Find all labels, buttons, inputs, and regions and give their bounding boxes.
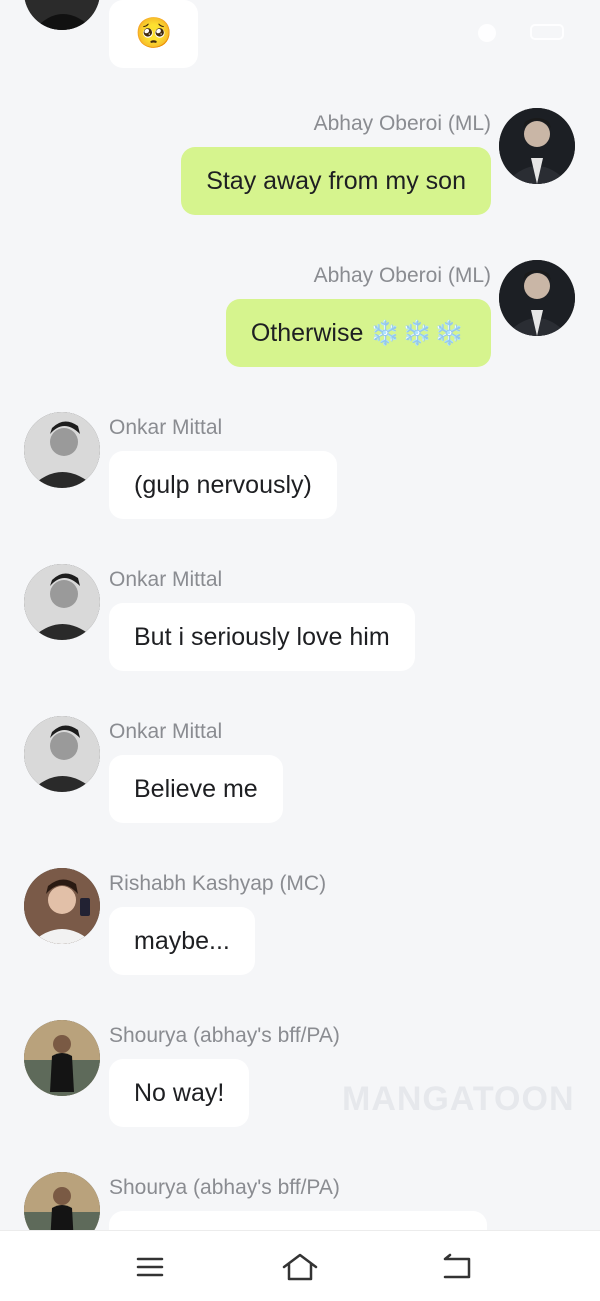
- status-time: 3: [184, 22, 195, 42]
- avatar[interactable]: [24, 1172, 100, 1230]
- message-text: Stay away from my son: [206, 167, 466, 195]
- back-icon[interactable]: [437, 1249, 477, 1285]
- message-bubble[interactable]: (gulp nervously): [109, 451, 337, 519]
- watermark: MANGATOON: [342, 1080, 575, 1118]
- message-text: maybe...: [134, 927, 230, 955]
- snowflake-emoji: ❄️❄️❄️: [370, 320, 466, 347]
- chat-area[interactable]: 🥺 Abhay Oberoi (ML) Stay away from my so…: [0, 0, 600, 1230]
- status-bar: 3: [0, 20, 600, 48]
- battery-icon: [530, 24, 564, 40]
- sender-name: Onkar Mittal: [109, 568, 223, 591]
- sender-name: Shourya (abhay's bff/PA): [109, 1176, 340, 1199]
- avatar[interactable]: [499, 108, 575, 184]
- message-text: Believe me: [134, 775, 258, 803]
- avatar[interactable]: [24, 1020, 100, 1096]
- sender-name: Abhay Oberoi (ML): [313, 264, 491, 287]
- sender-name: Onkar Mittal: [109, 720, 223, 743]
- avatar[interactable]: [24, 564, 100, 640]
- sender-name: Onkar Mittal: [109, 416, 223, 439]
- avatar[interactable]: [499, 260, 575, 336]
- message-bubble[interactable]: But i seriously love him: [109, 603, 415, 671]
- sender-name: Rishabh Kashyap (MC): [109, 872, 327, 895]
- avatar[interactable]: [24, 868, 100, 944]
- message-bubble[interactable]: Believe me: [109, 755, 283, 823]
- navigation-bar: [0, 1230, 600, 1301]
- message-bubble[interactable]: Otherwise ❄️❄️❄️: [225, 299, 491, 367]
- message-text: But i seriously love him: [134, 623, 390, 651]
- avatar[interactable]: [24, 716, 100, 792]
- sender-name: Shourya (abhay's bff/PA): [109, 1024, 340, 1047]
- message-bubble[interactable]: No way!: [109, 1059, 250, 1127]
- alarm-icon: [478, 24, 496, 42]
- sender-name: Abhay Oberoi (ML): [313, 112, 491, 135]
- message-bubble[interactable]: maybe...: [109, 907, 255, 975]
- menu-icon[interactable]: [130, 1249, 170, 1285]
- message-text: Otherwise: [250, 319, 364, 347]
- message-bubble[interactable]: Stay away from my son: [181, 147, 491, 215]
- message-text: (gulp nervously): [134, 471, 312, 499]
- avatar[interactable]: [24, 412, 100, 488]
- message-bubble[interactable]: [109, 1211, 487, 1230]
- message-text: No way!: [134, 1079, 225, 1107]
- home-icon[interactable]: [280, 1249, 320, 1285]
